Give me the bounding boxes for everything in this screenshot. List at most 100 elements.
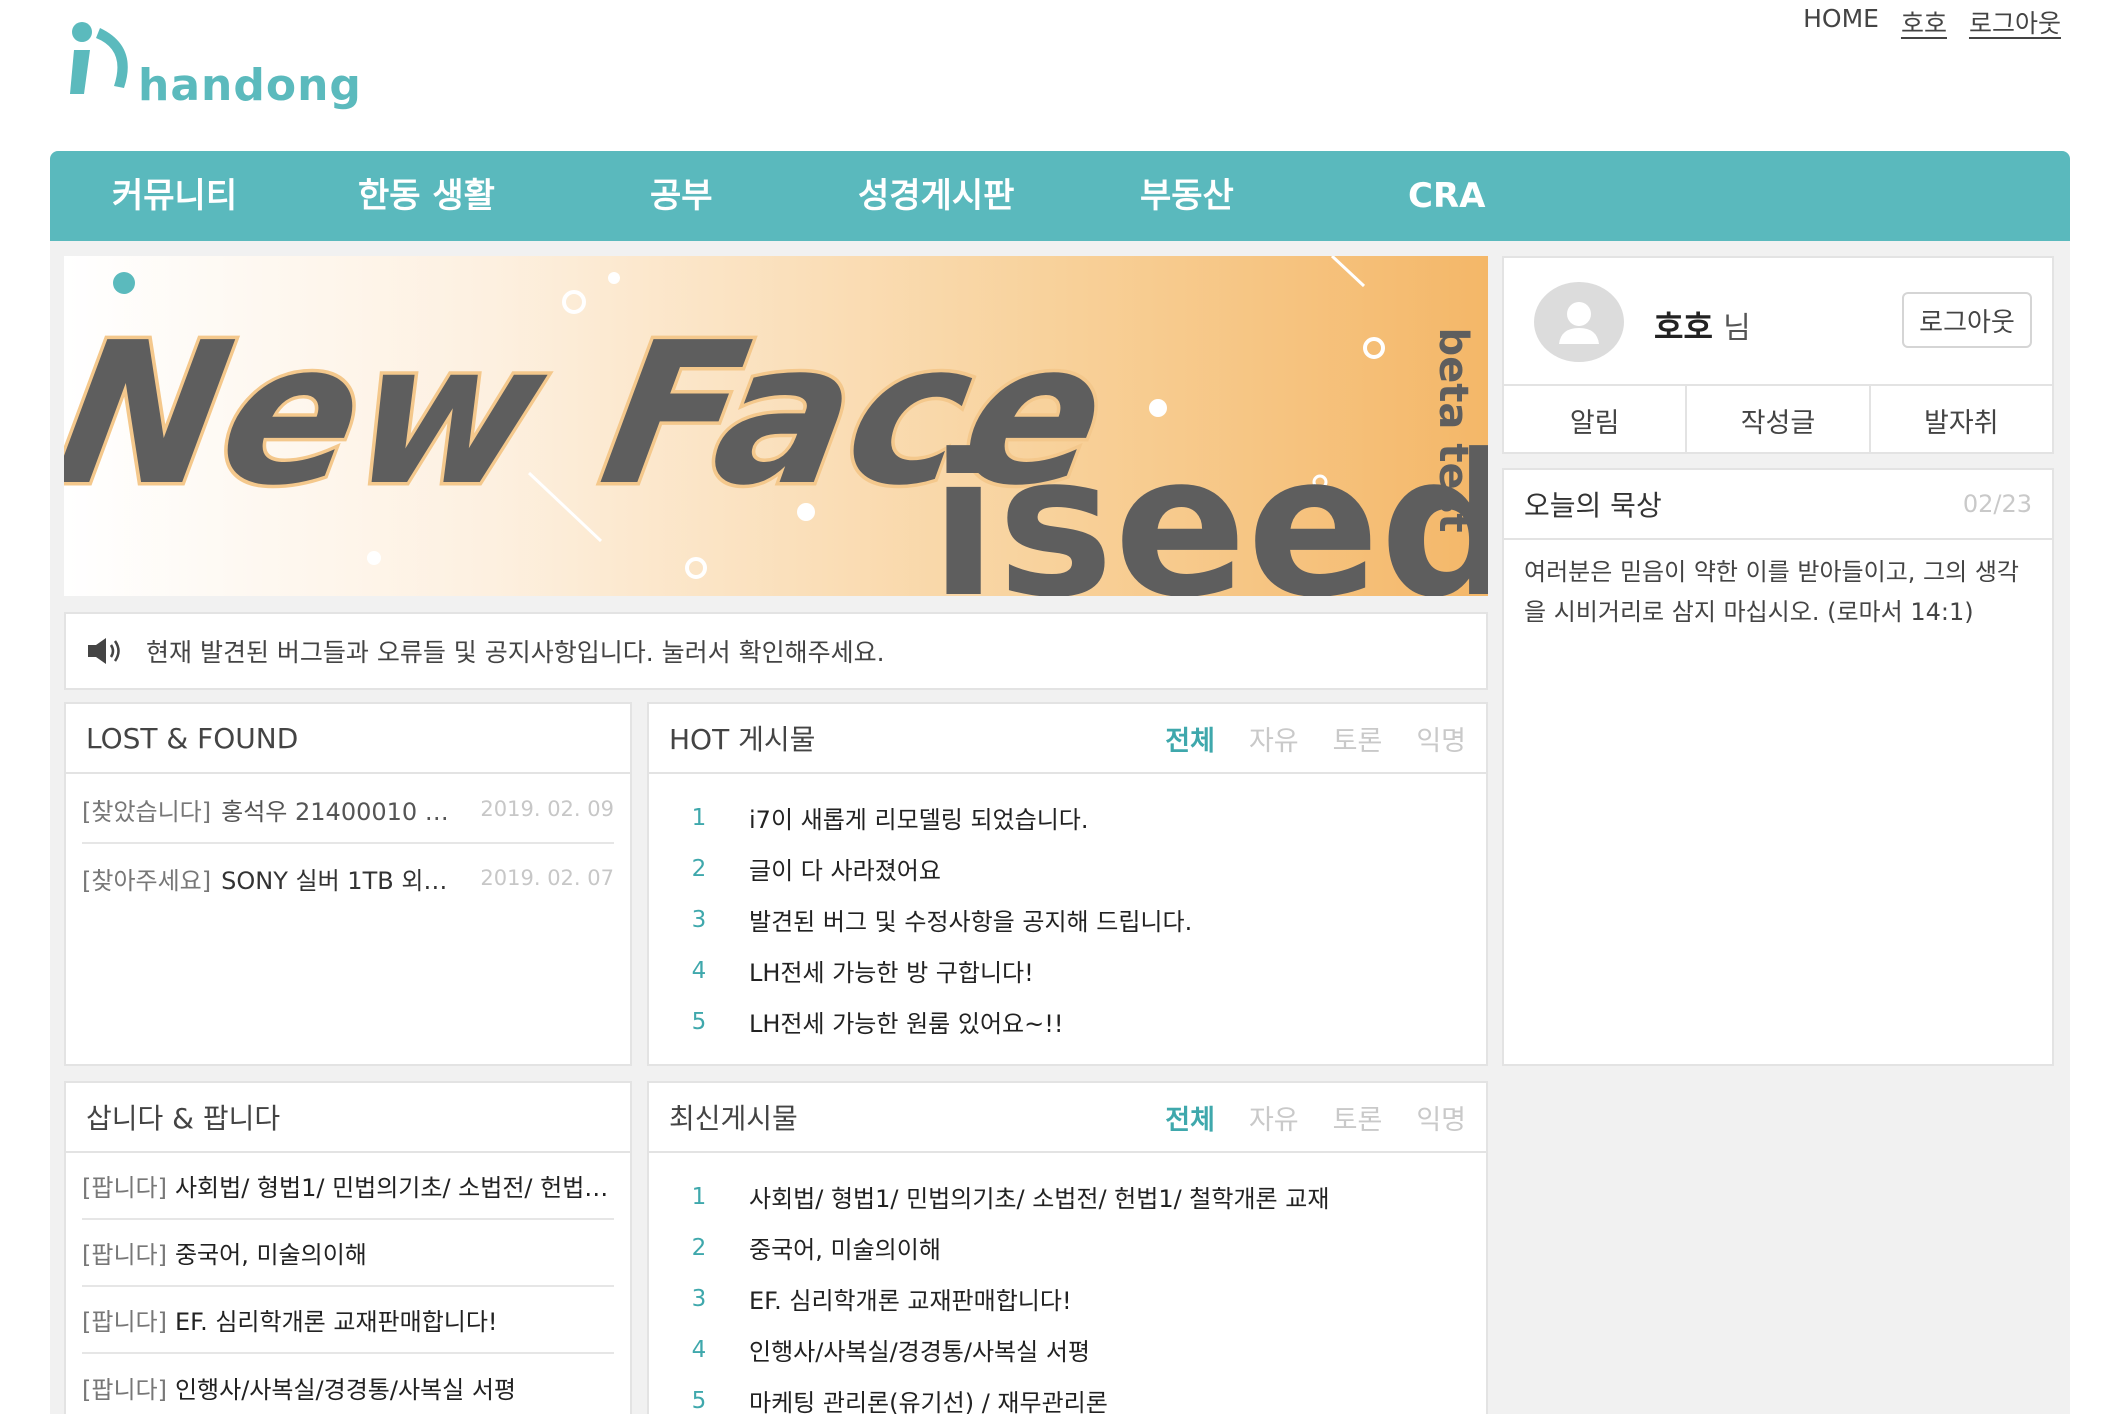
nav-bible-board[interactable]: 성경게시판: [858, 151, 1014, 241]
item-number: 5: [691, 1387, 707, 1414]
item-title: 중국어, 미술의이해: [174, 1241, 367, 1269]
user-name: 호호: [1654, 308, 1713, 346]
list-item[interactable]: 4 인행사/사복실/경경통/사복실 서평: [649, 1324, 1486, 1375]
list-item[interactable]: 3 발견된 버그 및 수정사항을 공지해 드립니다.: [649, 894, 1486, 945]
buy-sell-title[interactable]: 삽니다 & 팝니다: [86, 1097, 610, 1137]
top-links: HOME 호호 로그아웃: [1803, 4, 2061, 40]
latest-tabs: 전체 자유 토론 익명: [1165, 1098, 1466, 1137]
logout-link[interactable]: 로그아웃: [1969, 4, 2061, 40]
hot-posts-panel: HOT 게시물 전체 자유 토론 익명 1 i7이 새롭게 리모델링 되었습니다.…: [647, 702, 1488, 1066]
banner-art: New Face iseed beta test: [64, 256, 1488, 596]
list-item[interactable]: [팝니다]사회법/ 형법1/ 민법의기초/ 소법전/ 헌법1/ 철학개론 교재: [82, 1153, 614, 1220]
tab-free[interactable]: 자유: [1249, 719, 1299, 758]
home-link[interactable]: HOME: [1803, 4, 1879, 40]
nav-real-estate[interactable]: 부동산: [1140, 151, 1234, 241]
avatar: [1534, 282, 1624, 362]
tab-anonymous[interactable]: 익명: [1416, 1098, 1466, 1137]
list-item[interactable]: [찾았습니다] 홍석우 21400010 학생증 2019. 02. 09: [82, 776, 614, 844]
list-item[interactable]: [찾아주세요] SONY 실버 1TB 외장하드 2019. 02. 07: [82, 844, 614, 912]
tab-all[interactable]: 전체: [1165, 1098, 1215, 1137]
item-title: LH전세 가능한 방 구합니다!: [749, 959, 1034, 987]
user-suffix: 님: [1723, 311, 1751, 346]
item-tag: [팝니다]: [82, 1241, 167, 1269]
tab-free[interactable]: 자유: [1249, 1098, 1299, 1137]
banner-beta: beta test: [1430, 328, 1476, 533]
item-title: 홍석우 21400010 학생증: [221, 797, 469, 826]
nav-community[interactable]: 커뮤니티: [112, 151, 237, 241]
list-item[interactable]: 2 글이 다 사라졌어요: [649, 843, 1486, 894]
item-date: 2019. 02. 09: [480, 797, 614, 821]
list-item[interactable]: 1 사회법/ 형법1/ 민법의기초/ 소법전/ 헌법1/ 철학개론 교재: [649, 1171, 1486, 1222]
user-icon: [1559, 302, 1599, 344]
logo-text: handong: [138, 60, 362, 111]
item-number: 2: [691, 855, 707, 882]
latest-posts-title: 최신게시물: [669, 1102, 798, 1135]
tab-all[interactable]: 전체: [1165, 719, 1215, 758]
item-tag: [팝니다]: [82, 1308, 167, 1336]
list-item[interactable]: 2 중국어, 미술의이해: [649, 1222, 1486, 1273]
list-item[interactable]: 5 LH전세 가능한 원룸 있어요~!!: [649, 996, 1486, 1047]
latest-posts-panel: 최신게시물 전체 자유 토론 익명 1 사회법/ 형법1/ 민법의기초/ 소법전/…: [647, 1081, 1488, 1414]
item-title: EF. 심리학개론 교재판매합니다!: [749, 1287, 1072, 1315]
logout-button[interactable]: 로그아웃: [1902, 292, 2032, 348]
list-item[interactable]: [팝니다] 중국어, 미술의이해: [82, 1220, 614, 1287]
hot-posts-title: HOT 게시물: [669, 723, 816, 756]
tab-debate[interactable]: 토론: [1333, 719, 1383, 758]
site-logo[interactable]: handong: [64, 16, 361, 116]
lost-found-panel: LOST & FOUND [찾았습니다] 홍석우 21400010 학생증 20…: [64, 702, 632, 1066]
item-number: 1: [691, 804, 707, 831]
user-link[interactable]: 호호: [1901, 4, 1947, 40]
user-actions: 알림 작성글 발자취: [1504, 384, 2052, 454]
item-number: 3: [691, 1285, 707, 1312]
nav-handong-life[interactable]: 한동 생활: [358, 151, 495, 241]
user-greeting: 호호 님: [1654, 302, 1751, 348]
devotion-text: 여러분은 믿음이 약한 이를 받아들이고, 그의 생각을 시비거리로 삼지 마십…: [1524, 558, 2020, 626]
item-title: 마케팅 관리론(유기선) / 재무관리론: [749, 1389, 1108, 1414]
lost-found-title[interactable]: LOST & FOUND: [86, 722, 610, 755]
tab-anonymous[interactable]: 익명: [1416, 719, 1466, 758]
item-tag: [찾아주세요]: [82, 866, 212, 895]
main-nav: 커뮤니티 한동 생활 공부 성경게시판 부동산 CRA: [50, 151, 2070, 241]
user-box: 호호 님 로그아웃 알림 작성글 발자취: [1502, 256, 2054, 454]
item-title: 인행사/사복실/경경통/사복실 서평: [749, 1338, 1091, 1366]
history-button[interactable]: 발자취: [1871, 386, 2052, 454]
item-number: 4: [691, 1336, 707, 1363]
nav-cra[interactable]: CRA: [1408, 151, 1485, 241]
item-title: i7이 새롭게 리모델링 되었습니다.: [749, 806, 1089, 834]
my-posts-button[interactable]: 작성글: [1687, 386, 1871, 454]
item-number: 5: [691, 1008, 707, 1035]
list-item[interactable]: [팝니다] EF. 심리학개론 교재판매합니다!: [82, 1287, 614, 1354]
list-item[interactable]: 4 LH전세 가능한 방 구합니다!: [649, 945, 1486, 996]
speaker-icon: [88, 638, 120, 664]
item-number: 4: [691, 957, 707, 984]
banner-brand: iseed: [930, 413, 1488, 596]
item-number: 3: [691, 906, 707, 933]
item-number: 2: [691, 1234, 707, 1261]
item-title: 중국어, 미술의이해: [749, 1236, 941, 1264]
notice-text: 현재 발견된 버그들과 오류들 및 공지사항입니다. 눌러서 확인해주세요.: [146, 638, 885, 667]
list-item[interactable]: [팝니다] 인행사/사복실/경경통/사복실 서평: [82, 1354, 614, 1414]
item-tag: [찾았습니다]: [82, 797, 212, 826]
item-tag: [팝니다]: [82, 1376, 167, 1404]
devotion-panel: 오늘의 묵상 02/23 여러분은 믿음이 약한 이를 받아들이고, 그의 생각…: [1502, 468, 2054, 1066]
item-title: 발견된 버그 및 수정사항을 공지해 드립니다.: [749, 908, 1193, 936]
item-title: SONY 실버 1TB 외장하드: [221, 866, 469, 895]
item-title: EF. 심리학개론 교재판매합니다!: [174, 1308, 498, 1336]
event-banner[interactable]: New Face iseed beta test: [64, 256, 1488, 596]
item-number: 1: [691, 1183, 707, 1210]
item-title: LH전세 가능한 원룸 있어요~!!: [749, 1010, 1064, 1038]
devotion-date: 02/23: [1962, 490, 2032, 518]
list-item[interactable]: 5 마케팅 관리론(유기선) / 재무관리론: [649, 1375, 1486, 1414]
notifications-button[interactable]: 알림: [1504, 386, 1688, 454]
devotion-title: 오늘의 묵상: [1524, 489, 1662, 522]
list-item[interactable]: 1 i7이 새롭게 리모델링 되었습니다.: [649, 792, 1486, 843]
item-date: 2019. 02. 07: [480, 866, 614, 890]
notice-bar[interactable]: 현재 발견된 버그들과 오류들 및 공지사항입니다. 눌러서 확인해주세요.: [64, 612, 1488, 690]
item-title: 사회법/ 형법1/ 민법의기초/ 소법전/ 헌법1/ 철학개론 교재: [749, 1185, 1330, 1213]
list-item[interactable]: 3 EF. 심리학개론 교재판매합니다!: [649, 1273, 1486, 1324]
nav-study[interactable]: 공부: [650, 151, 713, 241]
item-title: 글이 다 사라졌어요: [749, 857, 941, 885]
item-tag: [팝니다]: [82, 1174, 167, 1202]
tab-debate[interactable]: 토론: [1333, 1098, 1383, 1137]
hot-tabs: 전체 자유 토론 익명: [1165, 719, 1466, 758]
